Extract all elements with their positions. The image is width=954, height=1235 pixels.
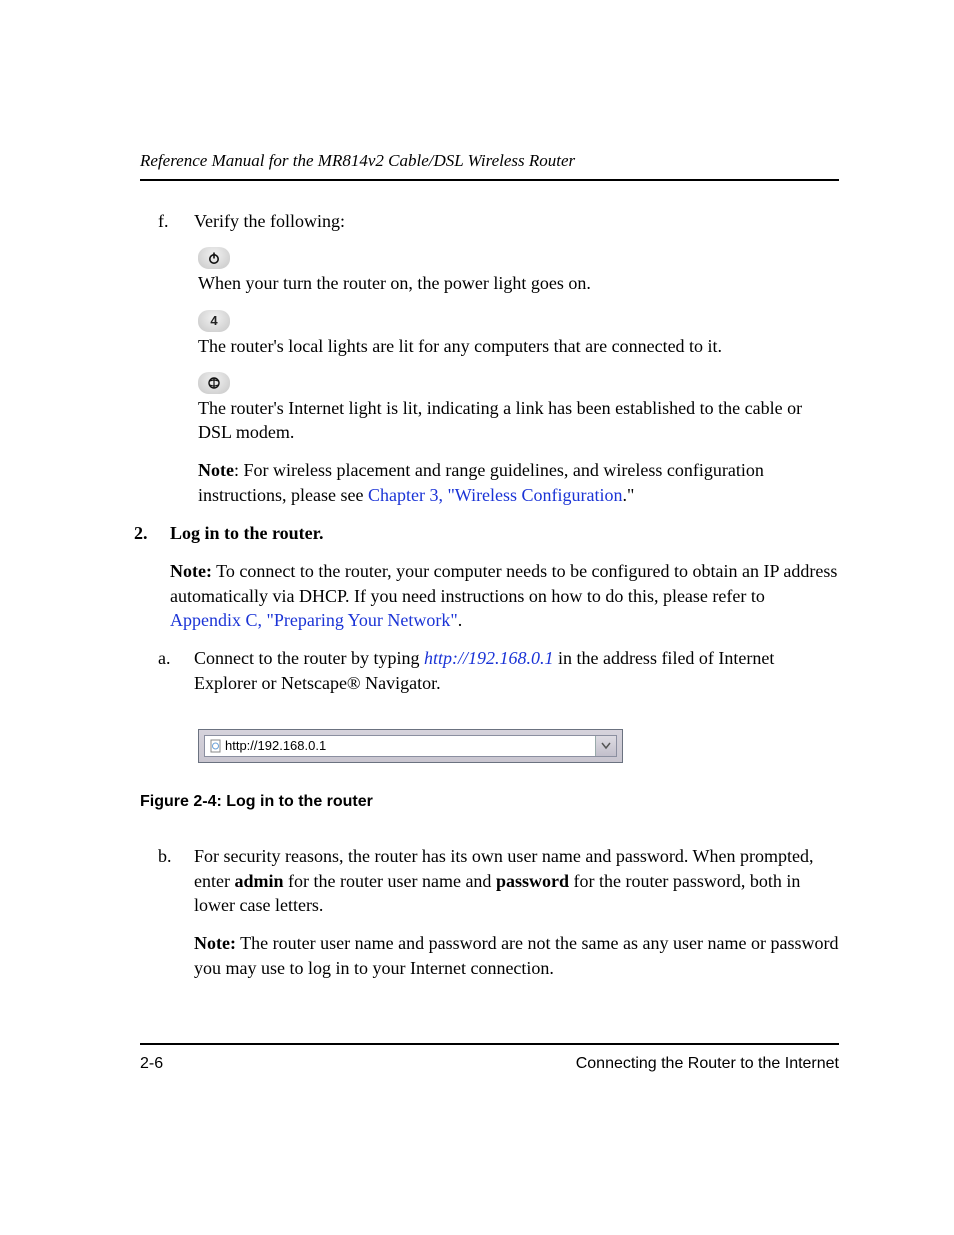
step2-note-pre: To connect to the router, your computer …: [170, 561, 837, 605]
address-bar-dropdown[interactable]: [595, 736, 616, 756]
sub-a-pre: Connect to the router by typing: [194, 648, 424, 668]
page-footer: 2-6 Connecting the Router to the Interne…: [140, 1043, 839, 1075]
sub-b-body: For security reasons, the router has its…: [194, 844, 839, 993]
chevron-down-icon: [601, 742, 611, 750]
marker-b: b.: [158, 844, 194, 993]
address-bar-inner[interactable]: http://192.168.0.1: [204, 735, 617, 757]
admin-text: admin: [234, 871, 283, 891]
page-number: 2-6: [140, 1053, 163, 1075]
sub-a-body: Connect to the router by typing http://1…: [194, 646, 839, 695]
password-text: password: [496, 871, 569, 891]
marker-a: a.: [158, 646, 194, 695]
bullet-internet: The router's Internet light is lit, indi…: [198, 372, 839, 507]
marker-f: f.: [158, 209, 194, 233]
bullet-local-text: The router's local lights are lit for an…: [198, 334, 839, 358]
item-f-note: Note: For wireless placement and range g…: [198, 458, 839, 507]
internet-icon: [198, 372, 230, 394]
link-appendix-c[interactable]: Appendix C, "Preparing Your Network": [170, 610, 458, 630]
note-label: Note: [198, 460, 234, 480]
power-icon: [198, 247, 230, 269]
sub-b-note-label: Note:: [194, 933, 236, 953]
running-header: Reference Manual for the MR814v2 Cable/D…: [140, 150, 839, 173]
figure-caption: Figure 2-4: Log in to the router: [140, 791, 839, 813]
sub-b-note: Note: The router user name and password …: [194, 931, 839, 980]
sub-b-para1: For security reasons, the router has its…: [194, 844, 839, 917]
list-item-f: f. Verify the following:: [158, 209, 839, 233]
marker-2: 2.: [134, 521, 170, 545]
step-2-note: Note: To connect to the router, your com…: [170, 559, 839, 632]
sub-b-seg2: for the router user name and: [284, 871, 496, 891]
sub-step-b: b. For security reasons, the router has …: [158, 844, 839, 993]
bullet-internet-text: The router's Internet light is lit, indi…: [198, 396, 839, 445]
step-2: 2. Log in to the router.: [134, 521, 839, 545]
address-bar: http://192.168.0.1: [198, 729, 623, 763]
bullet-local: 4 The router's local lights are lit for …: [198, 310, 839, 358]
sub-step-a: a. Connect to the router by typing http:…: [158, 646, 839, 695]
link-chapter3[interactable]: Chapter 3, "Wireless Configuration: [368, 485, 623, 505]
address-value: http://192.168.0.1: [225, 737, 326, 755]
step2-note-label: Note:: [170, 561, 212, 581]
note-post: .": [623, 485, 635, 505]
step-2-title: Log in to the router.: [170, 521, 839, 545]
section-title: Connecting the Router to the Internet: [576, 1053, 839, 1075]
header-rule: [140, 179, 839, 181]
number-4-icon: 4: [198, 310, 230, 332]
bullet-power: When your turn the router on, the power …: [198, 247, 839, 295]
address-bar-text: http://192.168.0.1: [205, 737, 595, 755]
item-f-lead: Verify the following:: [194, 209, 839, 233]
bullet-power-text: When your turn the router on, the power …: [198, 271, 839, 295]
footer-rule: [140, 1043, 839, 1045]
link-router-ip[interactable]: http://192.168.0.1: [424, 648, 554, 668]
step2-note-post: .: [458, 610, 463, 630]
page: Reference Manual for the MR814v2 Cable/D…: [0, 0, 954, 1235]
sub-b-note-body: The router user name and password are no…: [194, 933, 838, 977]
page-icon: [209, 739, 223, 753]
